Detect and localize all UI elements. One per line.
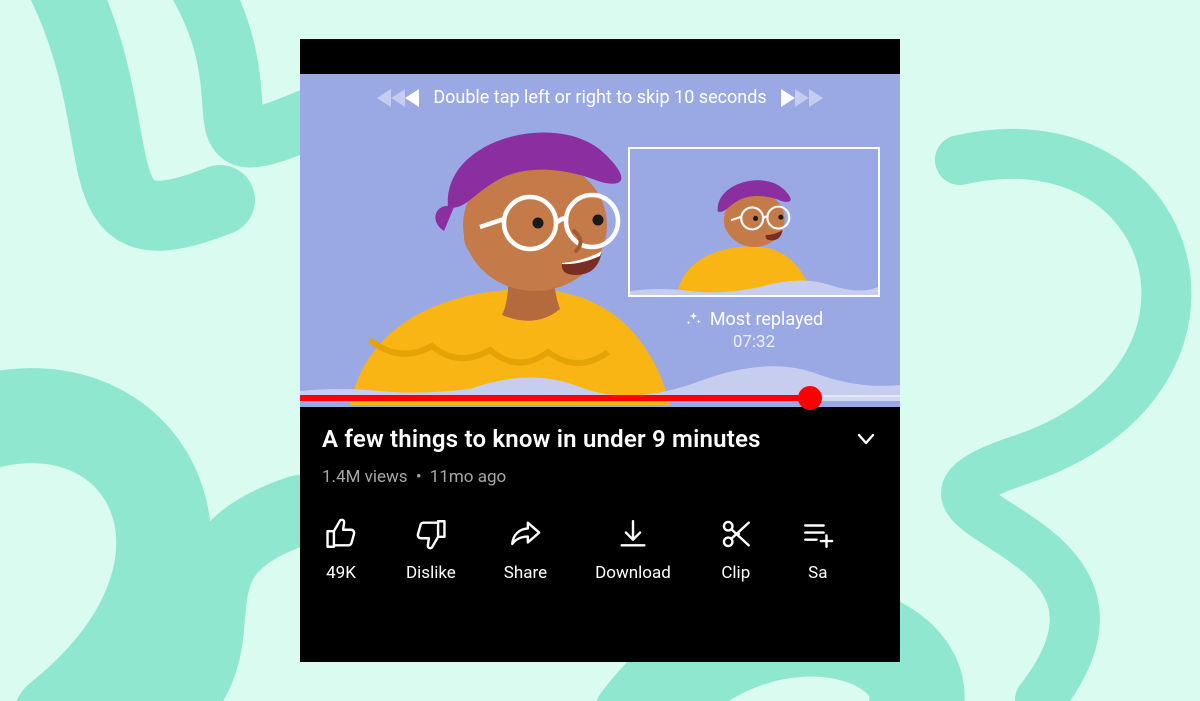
player-letterbox-top <box>300 39 900 74</box>
thumbs-up-icon <box>324 517 358 551</box>
forward-arrows-icon <box>781 89 823 107</box>
progress-played <box>300 395 810 401</box>
download-label: Download <box>595 563 671 583</box>
progress-bar[interactable] <box>300 395 900 401</box>
skip-hint-text: Double tap left or right to skip 10 seco… <box>433 87 766 108</box>
most-replayed-caption: Most replayed 07:32 <box>638 309 870 352</box>
skip-hint-row: Double tap left or right to skip 10 seco… <box>300 87 900 108</box>
most-replayed-thumbnail[interactable] <box>628 147 880 297</box>
most-replayed-time: 07:32 <box>638 332 870 352</box>
dislike-button[interactable]: Dislike <box>406 517 456 583</box>
download-icon <box>616 517 650 551</box>
video-meta: 1.4M views • 11mo ago <box>322 467 878 487</box>
like-count: 49K <box>326 563 356 583</box>
like-button[interactable]: 49K <box>324 517 358 583</box>
scissors-icon <box>719 517 753 551</box>
promo-stage: Double tap left or right to skip 10 seco… <box>0 0 1200 701</box>
video-title[interactable]: A few things to know in under 9 minutes <box>322 425 761 453</box>
share-label: Share <box>504 563 547 583</box>
chevron-down-icon[interactable] <box>854 427 878 451</box>
sparkle-icon <box>685 311 702 328</box>
most-replayed-label: Most replayed <box>710 309 823 330</box>
download-button[interactable]: Download <box>595 517 671 583</box>
video-views: 1.4M views <box>322 467 408 487</box>
mobile-video-mock: Double tap left or right to skip 10 seco… <box>300 39 900 662</box>
rewind-arrows-icon <box>377 89 419 107</box>
save-button[interactable]: Sa <box>801 517 835 583</box>
clip-label: Clip <box>721 563 750 583</box>
playlist-add-icon <box>801 517 835 551</box>
save-label: Sa <box>808 563 827 583</box>
video-player[interactable]: Double tap left or right to skip 10 seco… <box>300 39 900 407</box>
clip-button[interactable]: Clip <box>719 517 753 583</box>
share-button[interactable]: Share <box>504 517 547 583</box>
video-age: 11mo ago <box>430 467 506 487</box>
action-bar[interactable]: 49K Dislike Share <box>322 517 878 583</box>
dislike-label: Dislike <box>406 563 456 583</box>
thumbs-down-icon <box>414 517 448 551</box>
share-arrow-icon <box>508 517 542 551</box>
